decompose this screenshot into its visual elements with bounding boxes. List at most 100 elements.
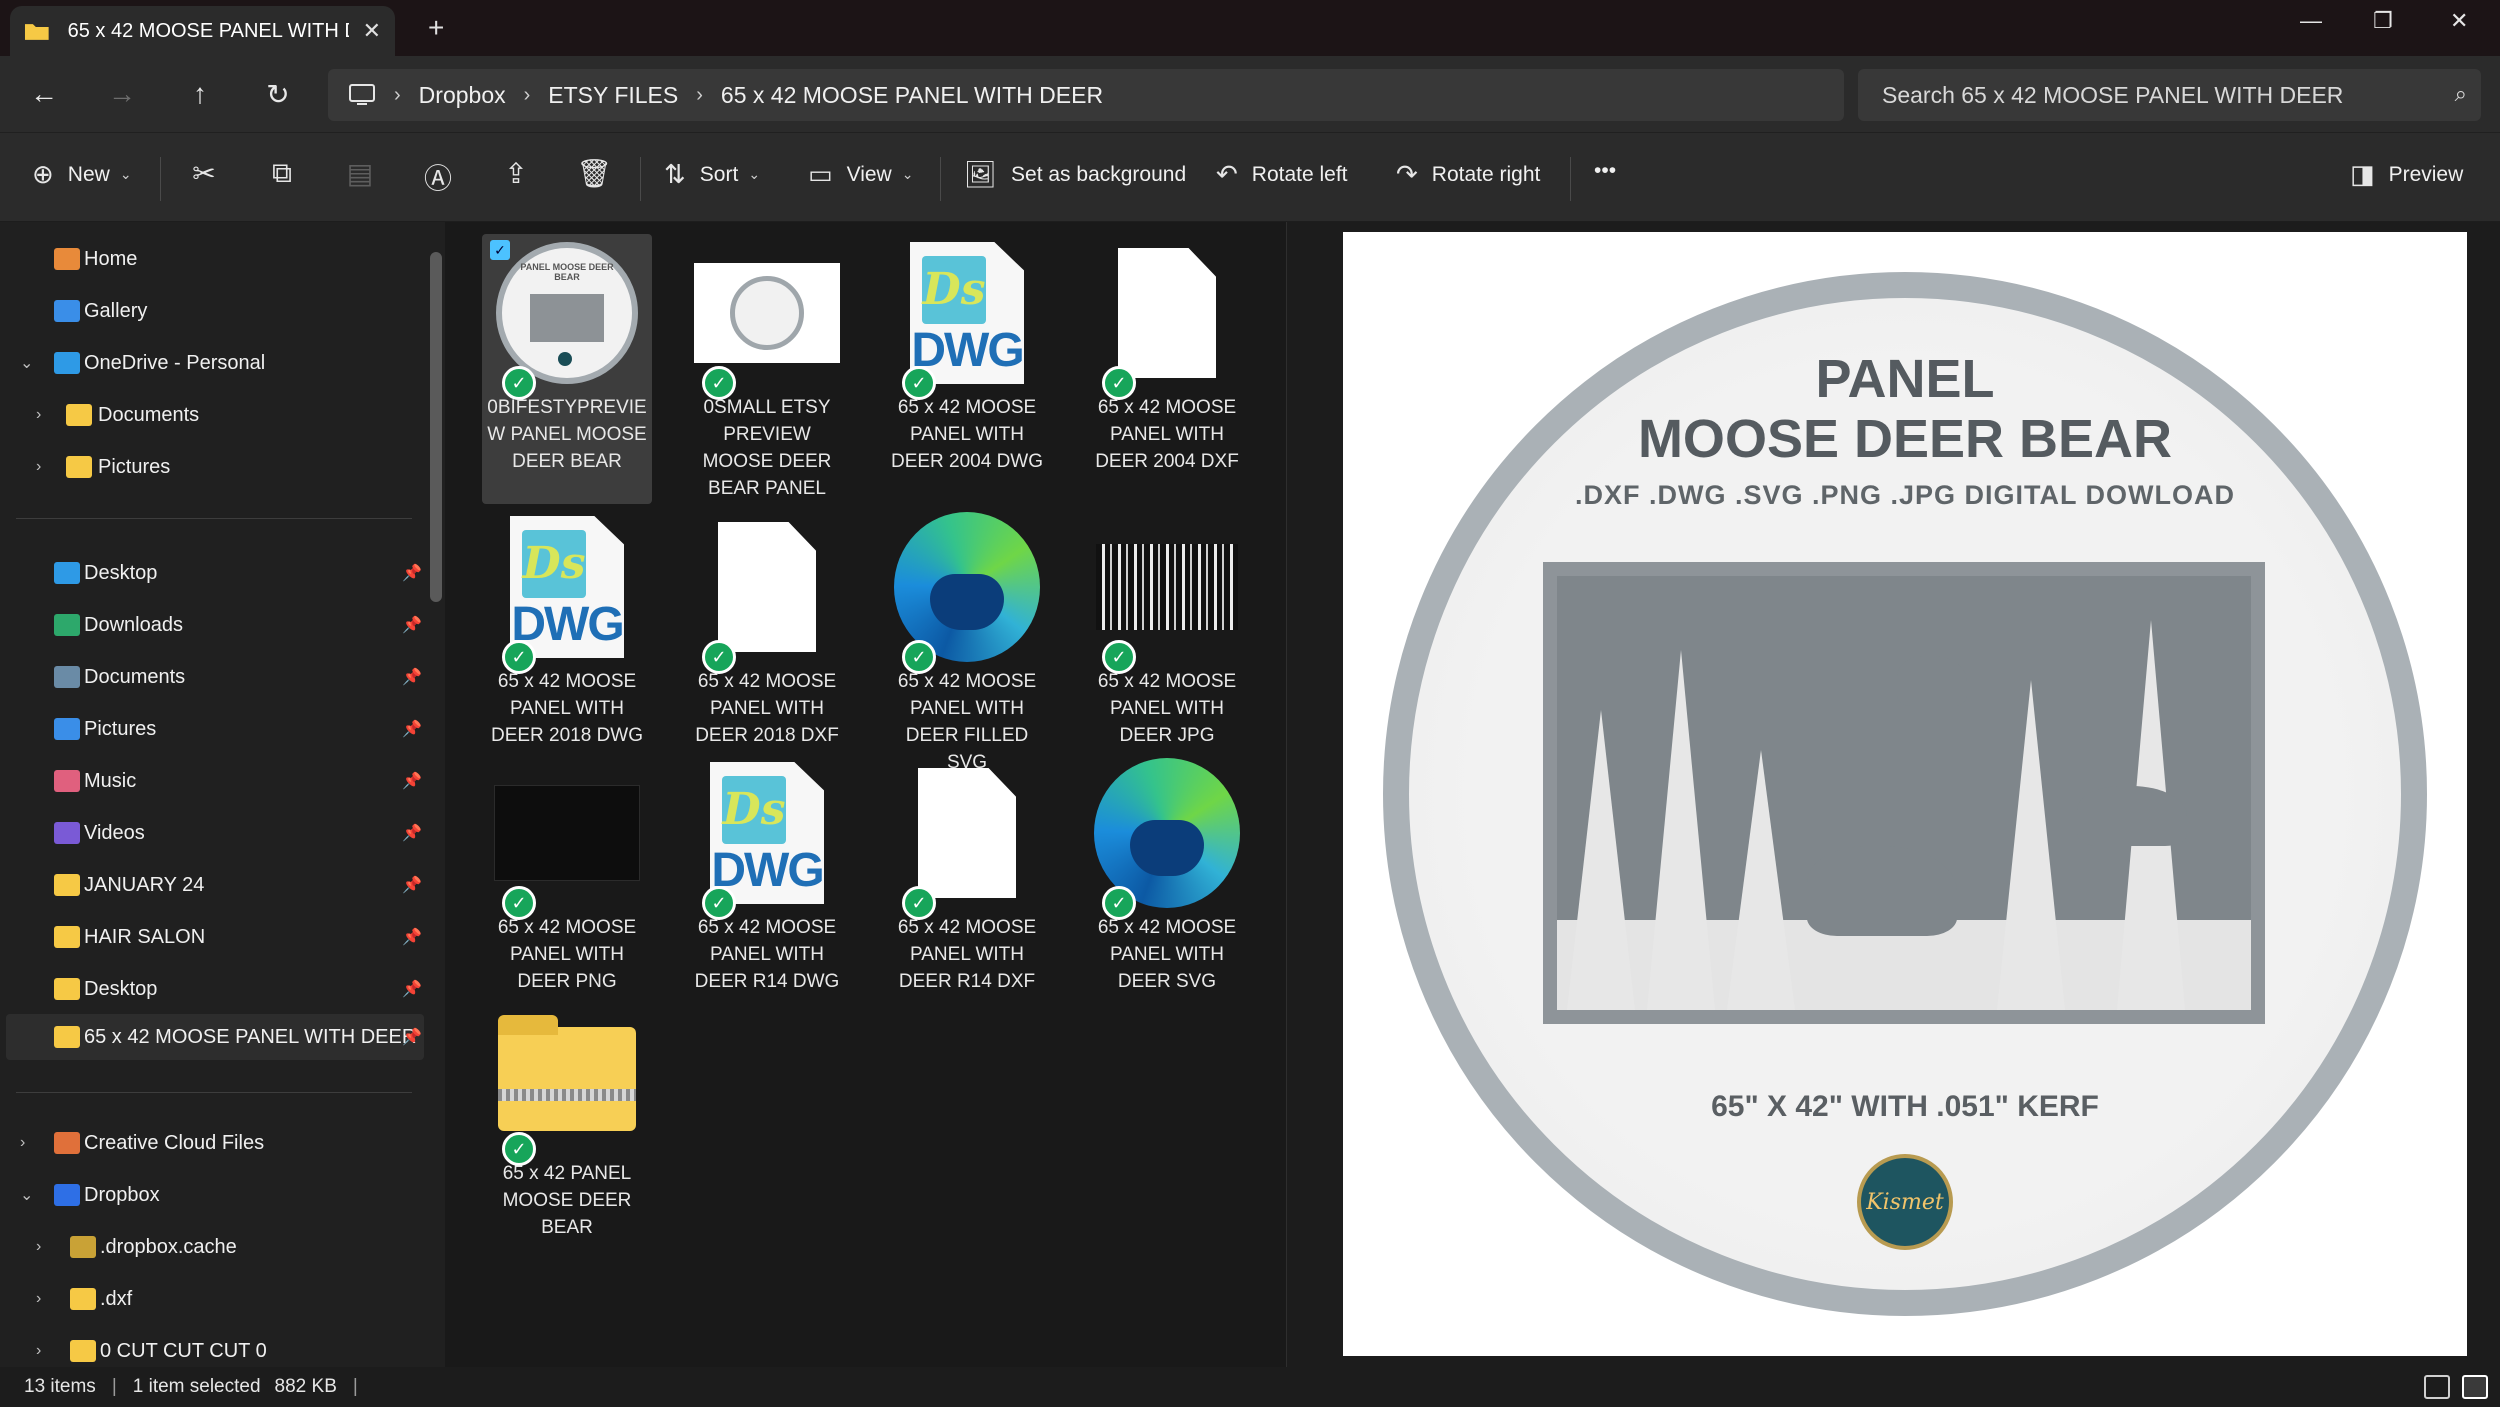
sidebar-label: Gallery xyxy=(84,299,148,322)
set-as-background-button[interactable]: 🖼 Set as background xyxy=(964,159,1186,190)
file-tile[interactable]: ✓ 65 x 42 MOOSE PANEL WITH DEER 2018 DXF xyxy=(682,508,852,778)
rotate-left-button[interactable]: ↶ Rotate left xyxy=(1216,159,1348,190)
rename-icon[interactable]: Ⓐ xyxy=(418,157,458,197)
sidebar-item-onedrive-documents[interactable]: › Documents xyxy=(0,392,428,438)
file-name: 65 x 42 MOOSE PANEL WITH DEER JPG xyxy=(1097,671,1237,746)
folder-icon xyxy=(66,404,92,426)
file-tile[interactable]: ✓ 65 x 42 MOOSE PANEL WITH DEER FILLED S… xyxy=(882,508,1052,778)
chevron-right-icon[interactable]: › xyxy=(36,406,41,424)
sidebar-item-pictures[interactable]: Pictures 📌 xyxy=(0,706,428,752)
sidebar-item-gallery[interactable]: Gallery xyxy=(0,288,428,334)
pin-icon[interactable]: 📌 xyxy=(402,615,422,635)
restore-button[interactable]: ❐ xyxy=(2373,8,2393,34)
chevron-right-icon[interactable]: › xyxy=(20,1134,25,1152)
view-button[interactable]: ▭ View ⌄ xyxy=(808,159,913,190)
sidebar-item-dropbox[interactable]: ⌄ Dropbox xyxy=(0,1172,428,1218)
refresh-icon[interactable]: ↻ xyxy=(258,74,298,114)
chevron-right-icon[interactable]: › xyxy=(36,1342,41,1360)
pin-icon[interactable]: 📌 xyxy=(402,563,422,583)
search-input[interactable]: Search 65 x 42 MOOSE PANEL WITH DEER ⌕ xyxy=(1858,69,2481,121)
file-tile[interactable]: ✓ 0SMALL ETSY PREVIEW MOOSE DEER BEAR PA… xyxy=(682,234,852,504)
pin-icon[interactable]: 📌 xyxy=(402,823,422,843)
pin-icon[interactable]: 📌 xyxy=(402,719,422,739)
sidebar-item-home[interactable]: Home xyxy=(0,236,428,282)
sidebar-item-onedrive-pictures[interactable]: › Pictures xyxy=(0,444,428,490)
new-tab-button[interactable]: + xyxy=(428,12,444,44)
new-button[interactable]: ⊕ New ⌄ xyxy=(32,159,132,190)
forward-arrow-icon[interactable]: → xyxy=(102,74,142,114)
sidebar-label: 65 x 42 MOOSE PANEL WITH DEER xyxy=(84,1025,417,1048)
back-arrow-icon[interactable]: ← xyxy=(24,74,64,114)
breadcrumb[interactable]: › Dropbox › ETSY FILES › 65 x 42 MOOSE P… xyxy=(328,69,1844,121)
sidebar-label: Desktop xyxy=(84,561,158,584)
minimize-button[interactable]: — xyxy=(2300,8,2322,34)
more-options-button[interactable]: ••• xyxy=(1594,159,1616,183)
file-tile[interactable]: ✓ 65 x 42 PANEL MOOSE DEER BEAR xyxy=(482,1000,652,1270)
file-tile[interactable]: ✓ 65 x 42 MOOSE PANEL WITH DEER SVG xyxy=(1082,754,1252,1024)
sidebar-item-onedrive[interactable]: ⌄ OneDrive - Personal xyxy=(0,340,428,386)
videos-icon xyxy=(54,822,80,844)
chevron-down-icon[interactable]: ⌄ xyxy=(20,353,33,373)
sidebar-item-downloads[interactable]: Downloads 📌 xyxy=(0,602,428,648)
chevron-right-icon[interactable]: › xyxy=(36,458,41,476)
large-icons-view-icon[interactable] xyxy=(2462,1375,2488,1399)
panel-tree xyxy=(1997,680,2065,1010)
panel-tree xyxy=(1647,650,1715,1010)
file-tile[interactable]: ✓ 65 x 42 MOOSE PANEL WITH DEER PNG xyxy=(482,754,652,1024)
sidebar-label: Videos xyxy=(84,821,145,844)
explorer-tab[interactable]: 65 x 42 MOOSE PANEL WITH DEER ✕ xyxy=(10,6,395,56)
pin-icon[interactable]: 📌 xyxy=(402,667,422,687)
rotate-right-button[interactable]: ↷ Rotate right xyxy=(1396,159,1540,190)
breadcrumb-etsy-files[interactable]: ETSY FILES xyxy=(548,82,678,109)
paste-icon[interactable]: ▤ xyxy=(340,157,380,190)
breadcrumb-current-folder[interactable]: 65 x 42 MOOSE PANEL WITH DEER xyxy=(721,82,1103,109)
pin-icon[interactable]: 📌 xyxy=(402,979,422,999)
pin-icon[interactable]: 📌 xyxy=(402,927,422,947)
divider xyxy=(160,157,161,201)
sidebar-item-dropbox-cache[interactable]: › .dropbox.cache xyxy=(0,1224,428,1270)
pin-icon[interactable]: 📌 xyxy=(402,771,422,791)
sidebar-item-dxf[interactable]: › .dxf xyxy=(0,1276,428,1322)
sidebar-item-current-folder[interactable]: 65 x 42 MOOSE PANEL WITH DEER 📌 xyxy=(6,1014,424,1060)
sidebar-item-desktop[interactable]: Desktop 📌 xyxy=(0,550,428,596)
sort-button[interactable]: ⇅ Sort ⌄ xyxy=(664,159,760,190)
sidebar-label: .dxf xyxy=(100,1287,133,1310)
sidebar-item-hair-salon[interactable]: HAIR SALON 📌 xyxy=(0,914,428,960)
sidebar-item-january-24[interactable]: JANUARY 24 📌 xyxy=(0,862,428,908)
home-icon xyxy=(54,248,80,270)
file-tile[interactable]: ✓ 65 x 42 MOOSE PANEL WITH DEER 2004 DXF xyxy=(1082,234,1252,504)
file-tile[interactable]: ✓ PANEL MOOSE DEER BEAR ✓ 0BIFESTYPREVIE… xyxy=(482,234,652,504)
file-tile[interactable]: ✓ 65 x 42 MOOSE PANEL WITH DEER JPG xyxy=(1082,508,1252,778)
sidebar-item-desktop-folder[interactable]: Desktop 📌 xyxy=(0,966,428,1012)
sidebar-item-music[interactable]: Music 📌 xyxy=(0,758,428,804)
sidebar-label: Dropbox xyxy=(84,1183,160,1206)
sort-icon: ⇅ xyxy=(664,159,686,189)
share-icon[interactable]: ⇪ xyxy=(496,157,536,190)
copy-icon[interactable]: ⧉ xyxy=(262,157,302,190)
chevron-right-icon[interactable]: › xyxy=(36,1238,41,1256)
sidebar-item-documents[interactable]: Documents 📌 xyxy=(0,654,428,700)
file-tile[interactable]: Ds DWG ✓ 65 x 42 MOOSE PANEL WITH DEER R1… xyxy=(682,754,852,1024)
up-arrow-icon[interactable]: ↑ xyxy=(180,74,220,114)
small-preview-thumbnail xyxy=(694,263,840,363)
file-tile[interactable]: Ds DWG ✓ 65 x 42 MOOSE PANEL WITH DEER 20… xyxy=(482,508,652,778)
sidebar-scrollbar[interactable] xyxy=(430,252,442,602)
file-tile[interactable]: Ds DWG ✓ 65 x 42 MOOSE PANEL WITH DEER 20… xyxy=(882,234,1052,504)
delete-icon[interactable]: 🗑 xyxy=(574,157,614,190)
sidebar-item-videos[interactable]: Videos 📌 xyxy=(0,810,428,856)
chevron-down-icon[interactable]: ⌄ xyxy=(20,1185,33,1205)
close-tab-icon[interactable]: ✕ xyxy=(363,18,381,44)
status-bar: 13 items | 1 item selected 882 KB | xyxy=(0,1367,2500,1407)
preview-pane-icon: ◨ xyxy=(2350,159,2375,189)
sidebar-item-creative-cloud[interactable]: › Creative Cloud Files xyxy=(0,1120,428,1166)
preview-pane-button[interactable]: ◨ Preview xyxy=(2350,159,2463,190)
close-window-button[interactable]: ✕ xyxy=(2450,8,2468,34)
cut-icon[interactable]: ✂ xyxy=(184,157,224,190)
file-name: 65 x 42 MOOSE PANEL WITH DEER 2004 DXF xyxy=(1095,397,1239,472)
file-tile[interactable]: ✓ 65 x 42 MOOSE PANEL WITH DEER R14 DXF xyxy=(882,754,1052,1024)
pin-icon[interactable]: 📌 xyxy=(402,875,422,895)
details-view-icon[interactable] xyxy=(2424,1375,2450,1399)
breadcrumb-dropbox[interactable]: Dropbox xyxy=(419,82,506,109)
chevron-right-icon[interactable]: › xyxy=(36,1290,41,1308)
pin-icon[interactable]: 📌 xyxy=(402,1027,422,1047)
